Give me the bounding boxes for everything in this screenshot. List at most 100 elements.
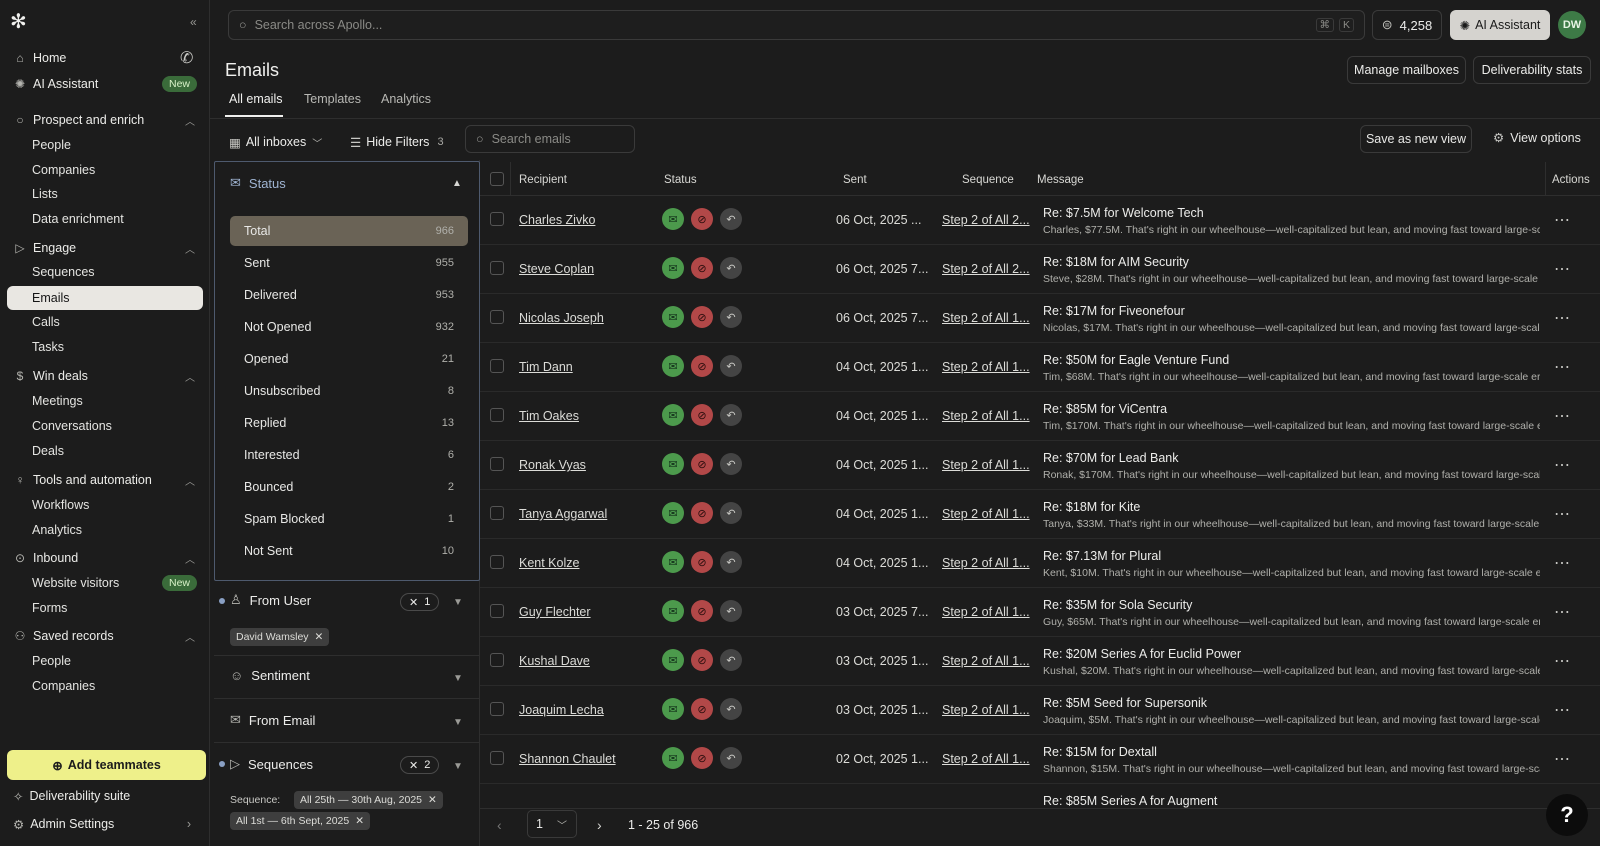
sequence-link[interactable]: Step 2 of All 1... [942, 507, 1030, 521]
message-subject[interactable]: Re: $85M Series A for Augment [1043, 794, 1217, 808]
table-row[interactable]: Tim Oakes ✉ ⊘ ↶ 04 Oct, 2025 1... Step 2 of A… [480, 392, 1600, 441]
more-actions-icon[interactable]: ⋯ [1554, 308, 1570, 328]
avatar[interactable]: DW [1558, 11, 1586, 39]
column-header-message[interactable]: Message [1037, 174, 1084, 186]
caret-down-icon[interactable]: ▼ [453, 717, 463, 728]
more-actions-icon[interactable]: ⋯ [1554, 700, 1570, 720]
email-search-input[interactable]: ○ Search emails [465, 125, 635, 153]
sidebar-item-admin-settings[interactable]: ⚙ Admin Settings › [7, 812, 203, 836]
sidebar-item-deals[interactable]: Deals [7, 439, 203, 463]
recipient-link[interactable]: Tim Dann [519, 360, 573, 374]
more-actions-icon[interactable]: ⋯ [1554, 504, 1570, 524]
row-checkbox[interactable] [490, 506, 504, 520]
sidebar-item-emails[interactable]: Emails [7, 286, 203, 310]
message-subject[interactable]: Re: $15M for Dextall [1043, 745, 1157, 759]
sidebar-item-deliverability-suite[interactable]: ✧ Deliverability suite [7, 784, 203, 808]
phone-icon[interactable]: ✆ [180, 48, 193, 68]
add-teammates-button[interactable]: ⊕ Add teammates [7, 750, 206, 780]
table-row[interactable]: Charles Zivko ✉ ⊘ ↶ 06 Oct, 2025 ... Step 2 o… [480, 196, 1600, 245]
status-filter-option[interactable]: Not Sent 10 [230, 536, 468, 566]
sidebar-item-ai-assistant[interactable]: ✺ AI Assistant New [7, 72, 203, 96]
more-actions-icon[interactable]: ⋯ [1554, 357, 1570, 377]
message-subject[interactable]: Re: $35M for Sola Security [1043, 598, 1192, 612]
table-row[interactable]: Nicolas Joseph ✉ ⊘ ↶ 06 Oct, 2025 7... Step 2… [480, 294, 1600, 343]
save-as-new-view-button[interactable]: Save as new view [1360, 125, 1472, 153]
row-checkbox[interactable] [490, 408, 504, 422]
remove-icon[interactable]: ✕ [315, 631, 324, 643]
table-row[interactable]: Kent Kolze ✉ ⊘ ↶ 04 Oct, 2025 1... Step 2 of … [480, 539, 1600, 588]
sidebar-section-engage[interactable]: ▷ Engage ︿ [7, 236, 203, 260]
sidebar-section-win-deals[interactable]: $ Win deals ︿ [7, 364, 203, 388]
sequence-link[interactable]: Step 2 of All 1... [942, 752, 1030, 766]
sidebar-item-calls[interactable]: Calls [7, 310, 203, 334]
caret-up-icon[interactable]: ▲ [452, 178, 462, 189]
caret-down-icon[interactable]: ▼ [453, 761, 463, 772]
sequence-link[interactable]: Step 2 of All 1... [942, 409, 1030, 423]
global-search-input[interactable]: ○ Search across Apollo... ⌘ K [228, 10, 1365, 40]
table-row[interactable]: Ronak Vyas ✉ ⊘ ↶ 04 Oct, 2025 1... Step 2 of … [480, 441, 1600, 490]
sidebar-item-conversations[interactable]: Conversations [7, 414, 203, 438]
row-checkbox[interactable] [490, 604, 504, 618]
sequence-link[interactable]: Step 2 of All 1... [942, 311, 1030, 325]
column-header-recipient[interactable]: Recipient [519, 174, 567, 186]
collapse-sidebar-icon[interactable]: « [190, 15, 197, 29]
status-filter-option[interactable]: Bounced 2 [230, 472, 468, 502]
deliverability-stats-button[interactable]: Deliverability stats [1473, 56, 1591, 84]
sequence-link[interactable]: Step 2 of All 1... [942, 360, 1030, 374]
from-user-filter-header[interactable]: ♙ From User [214, 592, 480, 608]
view-options-button[interactable]: ⚙ View options [1493, 130, 1581, 146]
status-filter-option[interactable]: Total 966 [230, 216, 468, 246]
hide-filters-button[interactable]: ☰ Hide Filters 3 [350, 130, 444, 154]
caret-down-icon[interactable]: ▼ [453, 673, 463, 684]
table-row[interactable]: Steve Coplan ✉ ⊘ ↶ 06 Oct, 2025 7... Step 2 o… [480, 245, 1600, 294]
page-select[interactable]: 1 ﹀ [527, 810, 577, 838]
sequence-link[interactable]: Step 2 of All 2... [942, 213, 1030, 227]
help-button[interactable]: ? [1546, 794, 1588, 836]
row-checkbox[interactable] [490, 261, 504, 275]
sequence-link[interactable]: Step 2 of All 1... [942, 556, 1030, 570]
status-filter-option[interactable]: Opened 21 [230, 344, 468, 374]
message-subject[interactable]: Re: $17M for Fiveonefour [1043, 304, 1185, 318]
row-checkbox[interactable] [490, 751, 504, 765]
status-filter-option[interactable]: Delivered 953 [230, 280, 468, 310]
all-inboxes-dropdown[interactable]: ▦ All inboxes ﹀ [229, 130, 322, 154]
message-subject[interactable]: Re: $85M for ViCentra [1043, 402, 1167, 416]
from-email-filter-header[interactable]: ✉ From Email [214, 712, 480, 728]
recipient-link[interactable]: Tanya Aggarwal [519, 507, 607, 521]
credits-button[interactable]: ⊜ 4,258 [1372, 10, 1442, 40]
from-user-count-chip[interactable]: ✕ 1 [400, 593, 440, 611]
table-row[interactable]: Tanya Aggarwal ✉ ⊘ ↶ 04 Oct, 2025 1... Step 2… [480, 490, 1600, 539]
prev-page-icon[interactable]: ‹ [497, 817, 502, 833]
status-filter-option[interactable]: Interested 6 [230, 440, 468, 470]
remove-icon[interactable]: ✕ [428, 794, 437, 806]
manage-mailboxes-button[interactable]: Manage mailboxes [1347, 56, 1466, 84]
tab-analytics[interactable]: Analytics [381, 92, 431, 106]
row-checkbox[interactable] [490, 359, 504, 373]
sidebar-item-saved-people[interactable]: People [7, 649, 203, 673]
sidebar-item-lists[interactable]: Lists [7, 182, 203, 206]
row-checkbox[interactable] [490, 653, 504, 667]
sequence-chip[interactable]: All 25th — 30th Aug, 2025 ✕ [294, 791, 443, 809]
apollo-logo-icon[interactable]: ✻ [10, 12, 30, 32]
sidebar-item-forms[interactable]: Forms [7, 596, 203, 620]
column-header-sequence[interactable]: Sequence [962, 174, 1014, 186]
row-checkbox[interactable] [490, 310, 504, 324]
recipient-link[interactable]: Joaquim Lecha [519, 703, 604, 717]
status-filter-option[interactable]: Replied 13 [230, 408, 468, 438]
recipient-link[interactable]: Kushal Dave [519, 654, 590, 668]
tab-templates[interactable]: Templates [304, 92, 361, 106]
sequence-link[interactable]: Step 2 of All 2... [942, 262, 1030, 276]
tab-all-emails[interactable]: All emails [229, 92, 283, 106]
row-checkbox[interactable] [490, 457, 504, 471]
status-filter-option[interactable]: Unsubscribed 8 [230, 376, 468, 406]
recipient-link[interactable]: Guy Flechter [519, 605, 591, 619]
sidebar-item-saved-companies[interactable]: Companies [7, 674, 203, 698]
more-actions-icon[interactable]: ⋯ [1554, 602, 1570, 622]
message-subject[interactable]: Re: $7.13M for Plural [1043, 549, 1161, 563]
row-checkbox[interactable] [490, 555, 504, 569]
table-row[interactable]: Tim Dann ✉ ⊘ ↶ 04 Oct, 2025 1... Step 2 of Al… [480, 343, 1600, 392]
message-subject[interactable]: Re: $70M for Lead Bank [1043, 451, 1179, 465]
sidebar-section-saved-records[interactable]: ⚇ Saved records ︿ [7, 624, 203, 648]
sidebar-item-analytics[interactable]: Analytics [7, 518, 203, 542]
recipient-link[interactable]: Steve Coplan [519, 262, 594, 276]
